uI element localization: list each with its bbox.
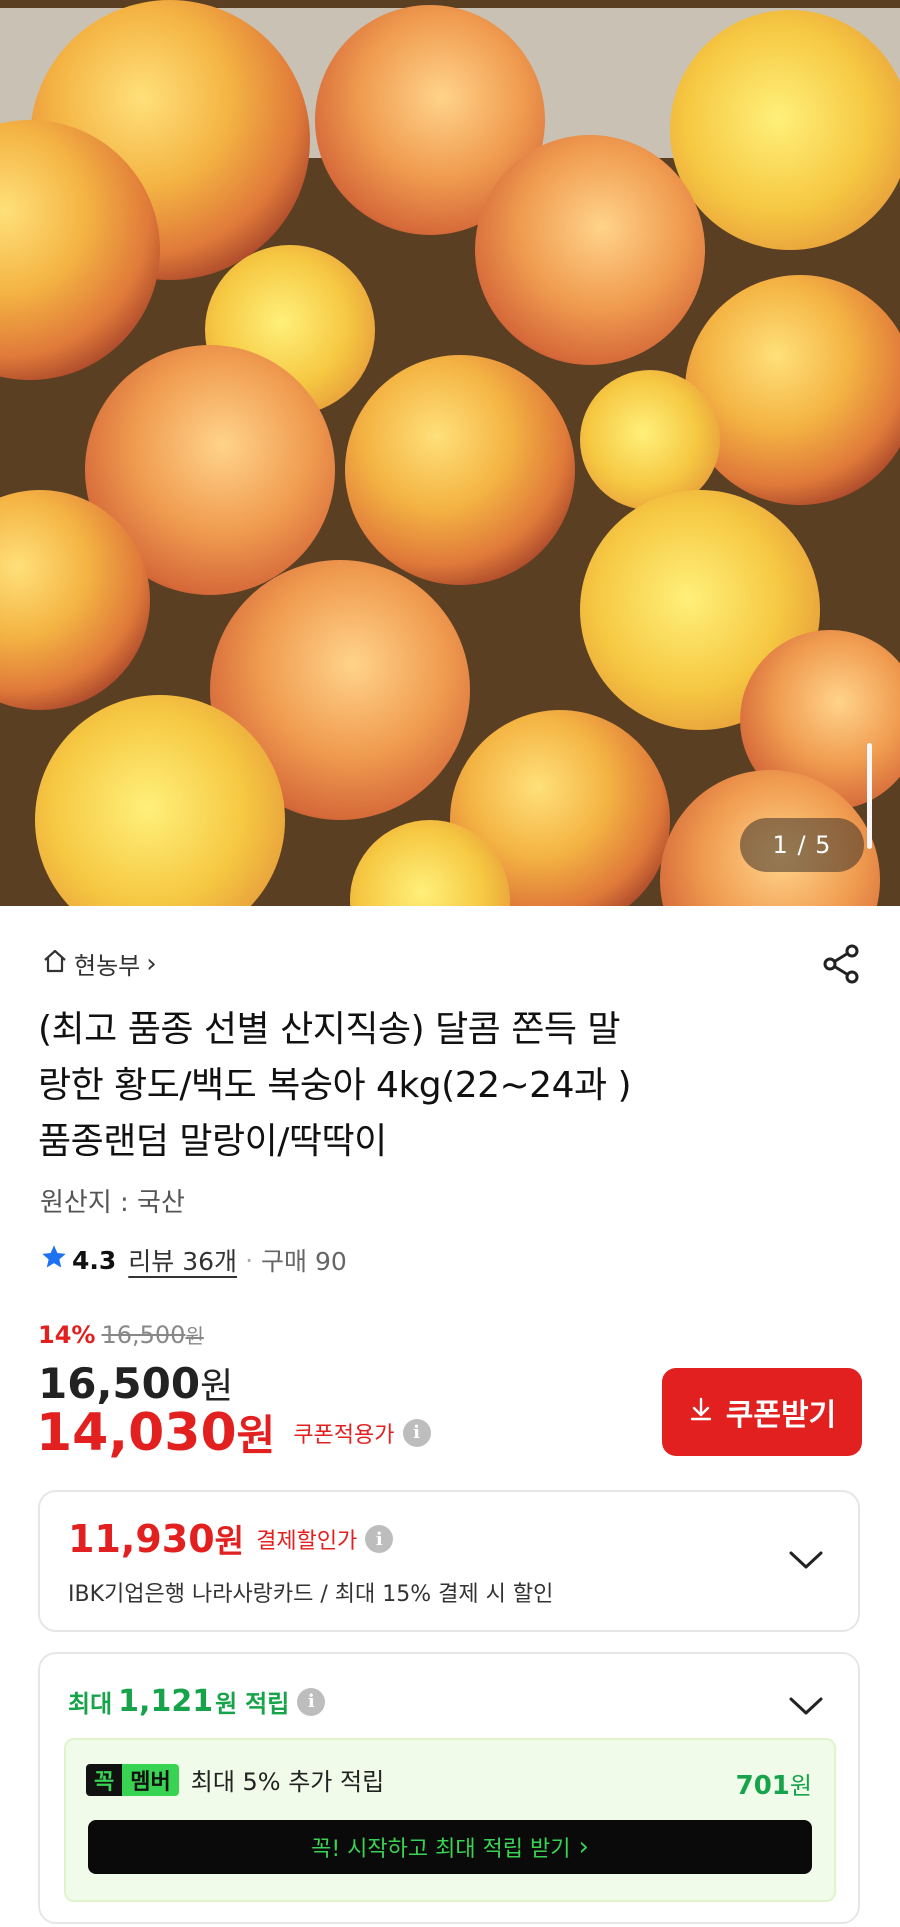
star-icon — [40, 1243, 68, 1277]
get-coupon-button[interactable]: 쿠폰받기 — [662, 1368, 862, 1456]
rating-row: 4.3 리뷰 36개 · 구매 90 — [40, 1242, 347, 1278]
info-icon[interactable]: i — [365, 1525, 394, 1553]
original-price-won: 원 — [185, 1324, 204, 1348]
coupon-price: 14,030 원 쿠폰적용가 i — [36, 1402, 431, 1463]
payment-discount-amount: 11,930 원 결제할인가 i — [68, 1516, 394, 1562]
info-icon[interactable]: i — [297, 1687, 326, 1716]
image-pager-badge: 1 / 5 — [740, 818, 864, 872]
chevron-right-icon: › — [578, 1832, 589, 1862]
coupon-price-label: 쿠폰적용가 — [293, 1422, 395, 1448]
coupon-price-won: 원 — [236, 1411, 276, 1460]
share-icon — [820, 944, 864, 990]
member-badge-part-2: 멤버 — [122, 1763, 179, 1796]
info-icon[interactable]: i — [402, 1418, 431, 1447]
sale-price-value: 16,500 — [38, 1359, 201, 1408]
image-pager-text: 1 / 5 — [772, 831, 832, 859]
payment-discount-card[interactable]: 11,930 원 결제할인가 i IBK기업은행 나라사랑카드 / 최대 15% … — [38, 1490, 860, 1632]
purchase-count: 구매 90 — [261, 1247, 347, 1276]
discount-percent: 14% — [38, 1321, 96, 1349]
member-reward-row: 꼭 멤버 최대 5% 추가 적립 — [86, 1762, 384, 1797]
payment-discount-label: 결제할인가 — [256, 1529, 358, 1554]
product-title-line: 품종랜덤 말랑이/딱딱이 — [38, 1121, 387, 1162]
payment-discount-value: 11,930 — [68, 1517, 215, 1561]
product-title-line: (최고 품종 선별 산지직송) 달콤 쫀득 말 — [38, 1009, 621, 1050]
reward-prefix: 최대 — [68, 1690, 113, 1718]
payment-discount-description: IBK기업은행 나라사랑카드 / 최대 15% 결제 시 할인 — [68, 1582, 554, 1607]
peaches-illustration — [0, 0, 900, 906]
payment-discount-won: 원 — [214, 1522, 245, 1560]
chevron-down-icon[interactable] — [788, 1550, 824, 1570]
member-reward-text: 최대 5% 추가 적립 — [190, 1768, 385, 1796]
home-icon — [42, 948, 68, 980]
original-price: 16,500원 — [101, 1320, 203, 1349]
origin-label: 원산지 : 국산 — [40, 1188, 185, 1218]
member-reward-box: 꼭 멤버 최대 5% 추가 적립 701원 꼭! 시작하고 최대 적립 받기 › — [64, 1738, 836, 1902]
member-badge: 꼭 멤버 — [86, 1763, 179, 1796]
start-membership-label: 꼭! 시작하고 최대 적립 받기 — [311, 1837, 571, 1862]
start-membership-button[interactable]: 꼭! 시작하고 최대 적립 받기 › — [88, 1820, 812, 1874]
store-link[interactable]: 현농부 › — [42, 946, 157, 981]
separator-dot: · — [245, 1245, 254, 1275]
reviews-link[interactable]: 리뷰 36개 — [128, 1242, 237, 1278]
product-image[interactable]: 1 / 5 — [0, 0, 900, 906]
store-name: 현농부 — [74, 952, 141, 980]
get-coupon-label: 쿠폰받기 — [725, 1398, 837, 1433]
chevron-down-icon[interactable] — [788, 1696, 824, 1716]
original-price-value: 16,500 — [101, 1321, 186, 1349]
sale-price-won: 원 — [200, 1366, 234, 1407]
reward-amount: 1,121 — [118, 1684, 214, 1719]
product-title-line: 랑한 황도/백도 복숭아 4kg(22~24과 ) — [38, 1065, 632, 1106]
max-reward: 최대 1,121 원 적립 i — [68, 1684, 326, 1719]
member-points-value: 701 — [735, 1771, 790, 1801]
member-points-won: 원 — [789, 1772, 812, 1800]
member-points: 701원 — [736, 1766, 812, 1801]
store-chevron: › — [146, 948, 157, 979]
discount-row: 14% 16,500원 — [38, 1320, 204, 1349]
download-icon — [688, 1395, 714, 1430]
image-scroll-indicator — [867, 743, 872, 849]
coupon-price-value: 14,030 — [36, 1402, 237, 1463]
rating-score: 4.3 — [72, 1245, 117, 1275]
member-badge-part-1: 꼭 — [86, 1763, 123, 1796]
reward-won: 원 — [215, 1690, 238, 1718]
product-title: (최고 품종 선별 산지직송) 달콤 쫀득 말 랑한 황도/백도 복숭아 4kg… — [38, 1002, 838, 1170]
rewards-card: 최대 1,121 원 적립 i 꼭 멤버 최대 5% 추가 적립 701원 꼭!… — [38, 1652, 860, 1924]
share-button[interactable] — [820, 942, 864, 986]
reward-suffix: 적립 — [245, 1690, 290, 1718]
